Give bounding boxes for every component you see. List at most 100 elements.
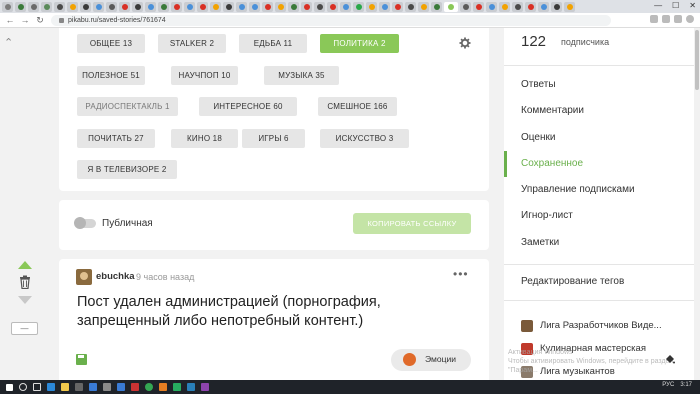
browser-tab[interactable] [171, 1, 182, 12]
app-icon[interactable] [89, 383, 97, 391]
minimize-icon[interactable]: — [654, 1, 662, 10]
browser-tab[interactable] [275, 1, 286, 12]
tag-filter-button[interactable]: ОБЩЕЕ 13 [77, 34, 145, 53]
edge-icon[interactable] [47, 383, 55, 391]
post-time[interactable]: 9 часов назад [136, 272, 194, 282]
collapse-post-button[interactable]: — [11, 322, 38, 335]
browser-tab[interactable] [327, 1, 338, 12]
scrollbar-thumb[interactable] [695, 30, 699, 90]
tag-filter-button[interactable]: ИСКУССТВО 3 [320, 129, 409, 148]
windows-start-icon[interactable] [6, 383, 13, 391]
task-view-icon[interactable] [33, 383, 41, 391]
browser-tab[interactable] [431, 1, 442, 12]
community-item[interactable]: Лига Разработчиков Виде... [521, 318, 662, 333]
browser-tab[interactable] [2, 1, 13, 12]
more-options-icon[interactable]: ••• [453, 267, 469, 281]
tag-filter-button[interactable]: ИНТЕРЕСНОЕ 60 [199, 97, 297, 116]
extension-icon[interactable] [662, 15, 670, 23]
browser-tab[interactable] [301, 1, 312, 12]
app-icon[interactable] [187, 383, 195, 391]
trash-icon[interactable] [19, 275, 31, 289]
browser-tab[interactable] [15, 1, 26, 12]
address-bar[interactable]: pikabu.ru/saved-stories/761674 [51, 14, 611, 26]
scrollbar[interactable] [694, 28, 700, 380]
upvote-icon[interactable] [18, 261, 32, 269]
avatar[interactable] [76, 269, 92, 285]
close-icon[interactable]: ✕ [689, 1, 696, 10]
collapse-chevron-icon[interactable]: ⌃ [4, 36, 13, 49]
browser-tab[interactable] [486, 1, 497, 12]
post-author[interactable]: ebuchka [96, 271, 135, 282]
chrome-icon[interactable] [145, 383, 153, 391]
browser-tab[interactable] [197, 1, 208, 12]
browser-tab[interactable] [405, 1, 416, 12]
browser-tab[interactable] [223, 1, 234, 12]
post-title[interactable]: Пост удален администрацией (порнография,… [77, 293, 457, 331]
maximize-icon[interactable]: ☐ [672, 1, 679, 10]
browser-tab[interactable] [67, 1, 78, 12]
save-icon[interactable] [76, 354, 87, 365]
app-icon[interactable] [159, 383, 167, 391]
search-icon[interactable] [19, 383, 27, 391]
browser-tab[interactable] [145, 1, 156, 12]
paint-bucket-icon[interactable] [665, 354, 675, 364]
app-icon[interactable] [201, 383, 209, 391]
tag-filter-button[interactable]: Я В ТЕЛЕВИЗОРЕ 2 [77, 160, 177, 179]
downvote-icon[interactable] [18, 296, 32, 304]
tag-filter-button[interactable]: КИНО 18 [171, 129, 238, 148]
language-indicator[interactable]: РУС [662, 382, 674, 388]
browser-tab[interactable] [418, 1, 429, 12]
sidebar-menu-item[interactable]: Сохраненное [504, 150, 694, 178]
browser-tab[interactable] [314, 1, 325, 12]
back-icon[interactable]: ← [5, 15, 15, 25]
profile-icon[interactable] [686, 15, 694, 23]
forward-icon[interactable]: → [20, 15, 30, 25]
browser-tab[interactable] [236, 1, 247, 12]
browser-tab[interactable] [249, 1, 260, 12]
browser-tab[interactable] [551, 1, 562, 12]
browser-tab[interactable] [392, 1, 403, 12]
sidebar-menu-item[interactable]: Заметки [504, 230, 694, 256]
browser-tab[interactable] [460, 1, 471, 12]
tag-filter-button[interactable]: STALKER 2 [158, 34, 226, 53]
app-icon[interactable] [131, 383, 139, 391]
browser-tab[interactable] [564, 1, 575, 12]
sidebar-menu-item[interactable]: Игнор-лист [504, 203, 694, 229]
browser-tab[interactable] [512, 1, 523, 12]
tag-filter-button[interactable]: ПОЧИТАТЬ 27 [77, 129, 155, 148]
extension-icon[interactable] [650, 15, 658, 23]
tag-filter-button[interactable]: НАУЧПОП 10 [171, 66, 238, 85]
tag-filter-button[interactable]: СМЕШНОЕ 166 [318, 97, 397, 116]
browser-tab[interactable] [210, 1, 221, 12]
sidebar-menu-item[interactable]: Управление подписками [504, 177, 694, 203]
sidebar-menu-item[interactable]: Ответы [504, 72, 694, 98]
edit-tags-link[interactable]: Редактирование тегов [521, 276, 624, 287]
reload-icon[interactable]: ↻ [35, 15, 45, 26]
tag-filter-button[interactable]: ПОЛИТИКА 2 [320, 34, 399, 53]
explorer-icon[interactable] [61, 383, 69, 391]
tag-filter-button[interactable]: ИГРЫ 6 [242, 129, 305, 148]
browser-tab[interactable] [184, 1, 195, 12]
app-icon[interactable] [117, 383, 125, 391]
browser-tab[interactable] [262, 1, 273, 12]
browser-tab[interactable] [538, 1, 549, 12]
copy-link-button[interactable]: КОПИРОВАТЬ ССЫЛКУ [353, 213, 471, 234]
browser-tab[interactable] [132, 1, 143, 12]
browser-tab[interactable] [525, 1, 536, 12]
app-icon[interactable] [75, 383, 83, 391]
browser-tab[interactable] [366, 1, 377, 12]
browser-tab[interactable] [41, 1, 52, 12]
browser-tab[interactable] [54, 1, 65, 12]
browser-tab[interactable] [28, 1, 39, 12]
sidebar-menu-item[interactable]: Комментарии [504, 98, 694, 124]
browser-tab[interactable] [106, 1, 117, 12]
emotions-button[interactable]: Эмоции [391, 349, 471, 371]
app-icon[interactable] [173, 383, 181, 391]
browser-tab[interactable] [80, 1, 91, 12]
tag-filter-button[interactable]: ЕДЬБА 11 [239, 34, 307, 53]
tag-filter-button[interactable]: МУЗЫКА 35 [264, 66, 339, 85]
public-toggle[interactable] [74, 217, 96, 229]
browser-tab[interactable] [379, 1, 390, 12]
tag-filter-button[interactable]: ПОЛЕЗНОЕ 51 [77, 66, 145, 85]
browser-tab[interactable] [444, 1, 458, 12]
